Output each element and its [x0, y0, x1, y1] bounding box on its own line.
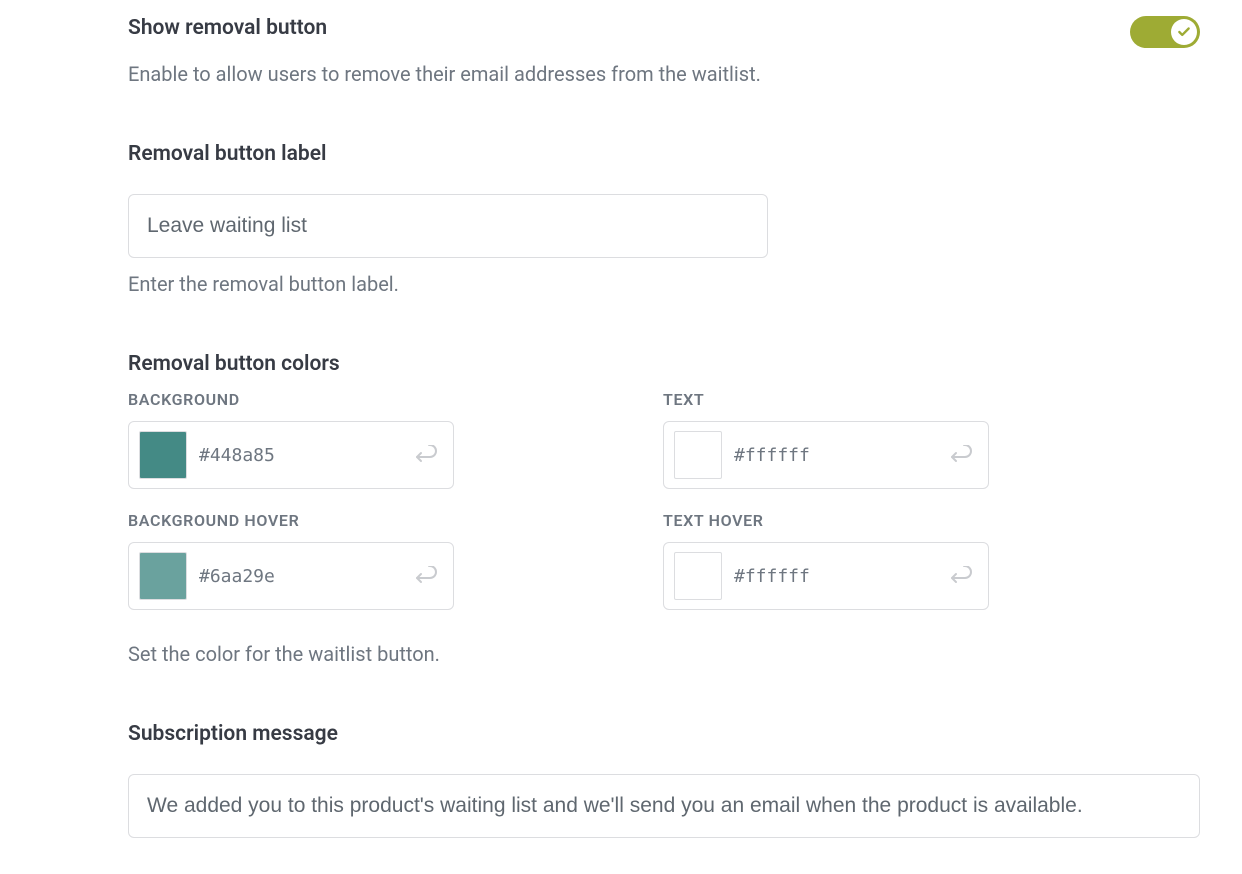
color-cell-background: BACKGROUND #448a85	[128, 390, 663, 489]
subscription-message-title: Subscription message	[128, 722, 1242, 746]
show-removal-toggle[interactable]	[1130, 16, 1200, 48]
color-cell-text-hover: TEXT HOVER #ffffff	[663, 511, 1198, 610]
removal-colors-title: Removal button colors	[128, 352, 1242, 376]
toggle-knob	[1171, 19, 1197, 45]
setting-removal-label: Removal button label Enter the removal b…	[128, 142, 1242, 296]
check-icon	[1177, 25, 1191, 39]
setting-subscription-message: Subscription message	[128, 722, 1242, 838]
swatch-text-hover[interactable]	[674, 552, 722, 600]
color-label-text: TEXT	[663, 390, 1198, 409]
hex-background-hover: #6aa29e	[199, 566, 401, 587]
show-removal-help: Enable to allow users to remove their em…	[128, 62, 1242, 86]
setting-removal-colors: Removal button colors BACKGROUND #448a85…	[128, 352, 1242, 666]
undo-icon[interactable]	[948, 445, 974, 465]
swatch-text[interactable]	[674, 431, 722, 479]
undo-icon[interactable]	[948, 566, 974, 586]
hex-text: #ffffff	[734, 445, 936, 466]
undo-icon[interactable]	[413, 445, 439, 465]
swatch-background-hover[interactable]	[139, 552, 187, 600]
removal-label-title: Removal button label	[128, 142, 1242, 166]
removal-label-help: Enter the removal button label.	[128, 272, 1242, 296]
removal-label-input[interactable]	[128, 194, 768, 258]
setting-show-removal: Show removal button Enable to allow user…	[128, 0, 1242, 86]
color-cell-background-hover: BACKGROUND HOVER #6aa29e	[128, 511, 663, 610]
hex-text-hover: #ffffff	[734, 566, 936, 587]
color-label-background: BACKGROUND	[128, 390, 663, 409]
color-field-background[interactable]: #448a85	[128, 421, 454, 489]
swatch-background[interactable]	[139, 431, 187, 479]
subscription-message-input[interactable]	[128, 774, 1200, 838]
hex-background: #448a85	[199, 445, 401, 466]
color-cell-text: TEXT #ffffff	[663, 390, 1198, 489]
undo-icon[interactable]	[413, 566, 439, 586]
color-field-text-hover[interactable]: #ffffff	[663, 542, 989, 610]
removal-colors-help: Set the color for the waitlist button.	[128, 642, 1242, 666]
show-removal-title: Show removal button	[128, 16, 327, 40]
color-field-background-hover[interactable]: #6aa29e	[128, 542, 454, 610]
color-label-background-hover: BACKGROUND HOVER	[128, 511, 663, 530]
color-label-text-hover: TEXT HOVER	[663, 511, 1198, 530]
color-field-text[interactable]: #ffffff	[663, 421, 989, 489]
